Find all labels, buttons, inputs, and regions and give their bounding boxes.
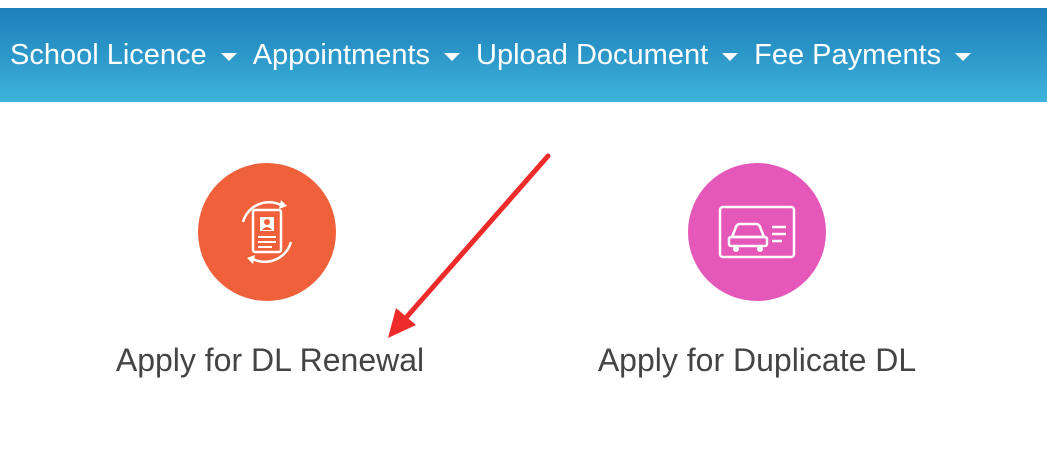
nav-upload-document[interactable]: Upload Document: [476, 25, 739, 85]
chevron-down-icon: [955, 53, 972, 61]
duplicate-dl-card[interactable]: Apply for Duplicate DL: [582, 163, 932, 379]
top-strip: [0, 0, 1047, 8]
chevron-down-icon: [444, 53, 461, 61]
nav-appointments[interactable]: Appointments: [252, 25, 461, 85]
nav-upload-document-label: Upload Document: [476, 38, 709, 71]
main-navbar: School Licence Appointments Upload Docum…: [0, 8, 1047, 102]
nav-fee-payments[interactable]: Fee Payments: [754, 25, 972, 85]
duplicate-dl-label[interactable]: Apply for Duplicate DL: [582, 342, 932, 379]
nav-school-licence[interactable]: School Licence: [10, 25, 237, 85]
dl-renewal-label[interactable]: Apply for DL Renewal: [100, 342, 440, 379]
license-renewal-icon[interactable]: [198, 163, 336, 301]
chevron-down-icon: [722, 53, 739, 61]
chevron-down-icon: [220, 53, 237, 61]
nav-appointments-label: Appointments: [252, 38, 431, 71]
nav-fee-payments-label: Fee Payments: [754, 38, 942, 71]
car-card-icon[interactable]: [688, 163, 826, 301]
nav-school-licence-label: School Licence: [10, 38, 207, 71]
dl-renewal-card[interactable]: Apply for DL Renewal: [100, 163, 440, 379]
